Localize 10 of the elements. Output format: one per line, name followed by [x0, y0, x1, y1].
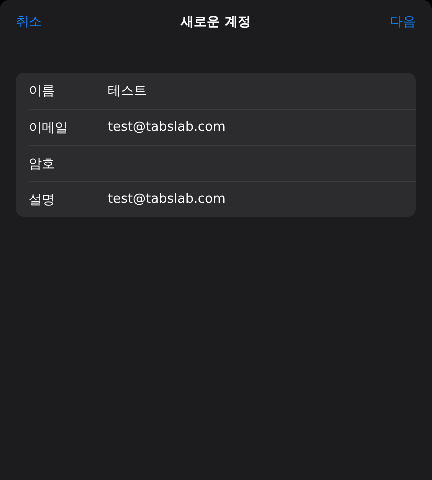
input-field[interactable]: test@tabslab.com: [108, 116, 403, 139]
field-label: 암호: [29, 156, 56, 172]
cancel-button[interactable]: 취소: [16, 13, 42, 31]
field-label: 이름: [29, 83, 56, 100]
input-field[interactable]: 테스트: [108, 80, 403, 102]
field-label: 설명: [29, 192, 56, 208]
window-title: 새로운 계정: [181, 14, 251, 31]
input-field[interactable]: test@tabslab.com: [108, 188, 403, 211]
next-button[interactable]: 다음: [390, 13, 416, 31]
field-label: 이메일: [29, 120, 69, 136]
